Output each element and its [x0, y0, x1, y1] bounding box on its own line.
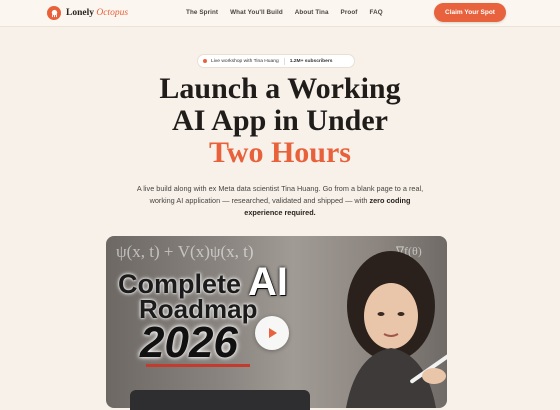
nav-the-sprint[interactable]: The Sprint	[186, 9, 218, 16]
thumbnail-underline	[146, 364, 250, 367]
hero-subtitle: A live build along with ex Meta data sci…	[130, 183, 430, 219]
top-navbar: Lonely Octopus The Sprint What You'll Bu…	[0, 0, 560, 27]
live-dot-icon	[203, 59, 207, 63]
nav-what-youll-build[interactable]: What You'll Build	[230, 9, 283, 16]
hero-line-3: Two Hours	[209, 136, 351, 169]
claim-spot-button[interactable]: Claim Your Spot	[434, 3, 506, 22]
pill-subscribers: 1.2M+ subscribers	[289, 58, 333, 64]
workshop-pill: Live workshop with Tina Huang 1.2M+ subs…	[197, 54, 355, 68]
presenter-image	[346, 251, 447, 408]
nav-faq[interactable]: FAQ	[370, 9, 383, 16]
logo-text: Lonely Octopus	[66, 8, 129, 18]
logo[interactable]: Lonely Octopus	[47, 5, 128, 21]
pill-divider	[283, 57, 285, 65]
play-icon	[269, 328, 277, 338]
nav-proof[interactable]: Proof	[341, 9, 358, 16]
main-nav: The Sprint What You'll Build About Tina …	[186, 9, 395, 16]
hero-line-1: Launch a Working	[159, 72, 401, 105]
laptop-shape	[130, 390, 310, 410]
hero-title: Launch a Working AI App in Under Two Hou…	[0, 73, 560, 169]
pill-left-text: Live workshop with Tina Huang	[211, 58, 279, 64]
thumbnail-word-year: 2026	[140, 318, 238, 367]
nav-about-tina[interactable]: About Tina	[295, 9, 329, 16]
octopus-icon	[47, 6, 61, 20]
play-button[interactable]	[255, 316, 289, 350]
formula-left: ψ(x, t) + V(x)ψ(x, t)	[116, 242, 254, 261]
hero-line-2: AI App in Under	[172, 104, 388, 137]
